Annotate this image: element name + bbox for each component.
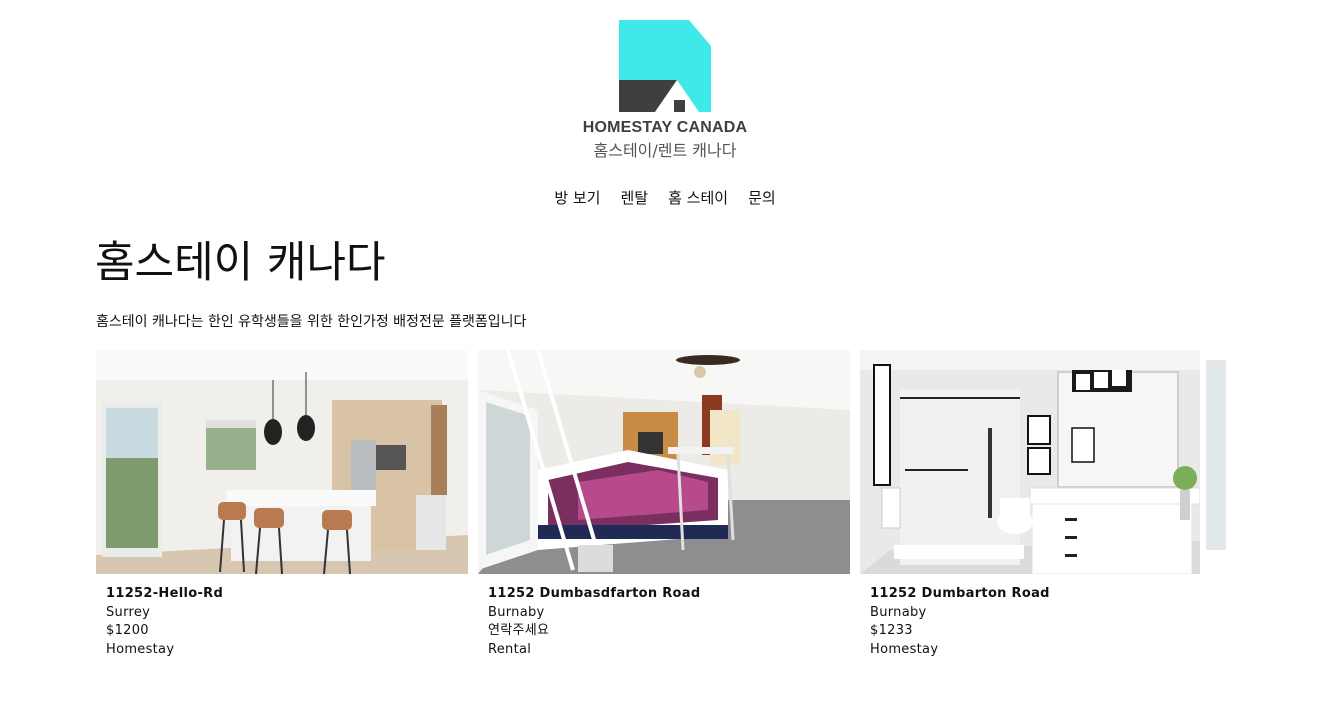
listing-card[interactable]: 11252 Dumbarton Road Burnaby $1233 Homes… [860,350,1232,659]
listing-address[interactable]: 11252-Hello-Rd [106,585,458,604]
nav-item-rental[interactable]: 렌탈 [620,187,648,208]
page-title: 홈스테이 캐나다 [95,238,386,288]
listing-photo-bedroom[interactable] [478,350,850,574]
listing-price: 연락주세요 [488,623,550,638]
listing-address[interactable]: 11252 Dumbarton Road [870,585,1222,604]
listing-grid: 11252-Hello-Rd Surrey $1200 Homestay 112… [96,350,1232,670]
listing-info: 11252-Hello-Rd Surrey $1200 Homestay [96,574,468,659]
listing-type: Homestay [106,641,175,657]
house-logo-icon [619,20,711,112]
nav-item-homestay[interactable]: 홈 스테이 [668,187,728,208]
main-nav: 방 보기 렌탈 홈 스테이 문의 [0,187,1330,208]
listing-photo-bathroom[interactable] [860,350,1232,574]
listing-price: $1233 [870,623,913,638]
listing-address[interactable]: 11252 Dumbasdfarton Road [488,585,840,604]
listing-info: 11252 Dumbasdfarton Road Burnaby 연락주세요 R… [478,574,850,659]
page-description: 홈스테이 캐나다는 한인 유학생들을 위한 한인가정 배정전문 플랫폼입니다 [96,314,527,330]
listing-photo-kitchen[interactable] [96,350,468,574]
listing-type: Homestay [870,641,939,657]
logo-brand-text: HOMESTAY CANADA [582,119,748,136]
listing-price: $1200 [106,623,149,638]
page: HOMESTAY CANADA 홈스테이/렌트 캐나다 방 보기 렌탈 홈 스테… [0,0,1330,724]
nav-item-rooms[interactable]: 방 보기 [554,187,600,208]
nav-item-contact[interactable]: 문의 [748,187,776,208]
listing-city: Burnaby [488,604,545,620]
listing-card[interactable]: 11252-Hello-Rd Surrey $1200 Homestay [96,350,468,659]
listing-city: Burnaby [870,604,927,620]
logo-subtitle: 홈스테이/렌트 캐나다 [593,141,737,160]
listing-card[interactable]: 11252 Dumbasdfarton Road Burnaby 연락주세요 R… [478,350,850,659]
listing-type: Rental [488,641,532,657]
site-logo[interactable]: HOMESTAY CANADA 홈스테이/렌트 캐나다 [565,20,765,161]
listing-info: 11252 Dumbarton Road Burnaby $1233 Homes… [860,574,1232,659]
listing-city: Surrey [106,604,151,620]
